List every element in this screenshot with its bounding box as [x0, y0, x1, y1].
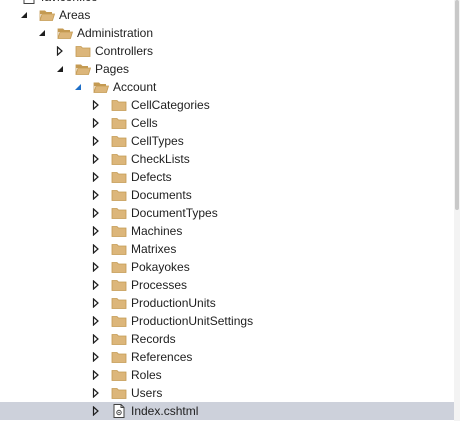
- expand-arrow-icon[interactable]: [92, 330, 102, 348]
- tree-item[interactable]: Account: [0, 78, 454, 96]
- tree-item[interactable]: Index.cshtml: [0, 402, 454, 420]
- folder-open-icon: [57, 25, 73, 41]
- tree-item[interactable]: References: [0, 348, 454, 366]
- tree-item-label: DocumentTypes: [131, 206, 218, 220]
- tree-item-label: ProductionUnits: [131, 296, 216, 310]
- tree-item-label: Defects: [131, 170, 172, 184]
- tree-item-label: Areas: [59, 8, 91, 22]
- folder-icon: [111, 331, 127, 347]
- expand-arrow-icon[interactable]: [92, 312, 102, 330]
- folder-icon: [111, 313, 127, 329]
- tree-item-label: CellTypes: [131, 134, 184, 148]
- tree-item[interactable]: Areas: [0, 6, 454, 24]
- tree-item[interactable]: ProductionUnitSettings: [0, 312, 454, 330]
- collapse-arrow-icon[interactable]: [20, 6, 30, 24]
- tree-item[interactable]: ProductionUnits: [0, 294, 454, 312]
- folder-icon: [111, 277, 127, 293]
- folder-icon: [111, 133, 127, 149]
- tree-item-label: Pages: [95, 62, 130, 76]
- tree-item[interactable]: CellCategories: [0, 96, 454, 114]
- tree-item-label: Account: [113, 80, 157, 94]
- folder-icon: [111, 115, 127, 131]
- tree-item[interactable]: Records: [0, 330, 454, 348]
- tree-item[interactable]: Administration: [0, 24, 454, 42]
- folder-icon: [111, 205, 127, 221]
- tree-item-label: Users: [131, 386, 163, 400]
- tree-item[interactable]: Matrixes: [0, 240, 454, 258]
- folder-icon: [111, 295, 127, 311]
- tree-item[interactable]: Machines: [0, 222, 454, 240]
- solution-explorer: favicon.icoAreasAdministrationController…: [0, 0, 460, 421]
- tree-item[interactable]: Documents: [0, 186, 454, 204]
- expand-arrow-icon[interactable]: [92, 204, 102, 222]
- tree-item[interactable]: Cells: [0, 114, 454, 132]
- tree-item-label: Cells: [131, 116, 158, 130]
- tree-item-label: Administration: [77, 26, 154, 40]
- collapse-arrow-icon[interactable]: [74, 78, 84, 96]
- expand-arrow-icon[interactable]: [92, 258, 102, 276]
- expand-arrow-icon[interactable]: [56, 42, 66, 60]
- folder-icon: [111, 349, 127, 365]
- tree-item-label: Pokayokes: [131, 260, 190, 274]
- folder-icon: [111, 385, 127, 401]
- tree-item-label: CellCategories: [131, 98, 210, 112]
- expand-arrow-icon[interactable]: [92, 366, 102, 384]
- vertical-scrollbar[interactable]: [454, 0, 460, 421]
- tree-item[interactable]: Roles: [0, 366, 454, 384]
- expand-arrow-icon[interactable]: [92, 168, 102, 186]
- file-tree: favicon.icoAreasAdministrationController…: [0, 0, 454, 420]
- expand-arrow-icon[interactable]: [92, 114, 102, 132]
- tree-item[interactable]: CellTypes: [0, 132, 454, 150]
- tree-item[interactable]: CheckLists: [0, 150, 454, 168]
- tree-item-label: References: [131, 350, 193, 364]
- folder-open-icon: [39, 7, 55, 23]
- tree-item[interactable]: Pages: [0, 60, 454, 78]
- tree-item[interactable]: Pokayokes: [0, 258, 454, 276]
- tree-item-label: Roles: [131, 368, 162, 382]
- expand-arrow-icon[interactable]: [92, 186, 102, 204]
- expand-arrow-icon[interactable]: [92, 222, 102, 240]
- collapse-arrow-icon[interactable]: [38, 24, 48, 42]
- expand-arrow-icon[interactable]: [92, 150, 102, 168]
- expand-arrow-icon[interactable]: [92, 240, 102, 258]
- folder-icon: [111, 223, 127, 239]
- collapse-arrow-icon[interactable]: [56, 60, 66, 78]
- expand-arrow-icon[interactable]: [92, 132, 102, 150]
- tree-item[interactable]: DocumentTypes: [0, 204, 454, 222]
- tree-item[interactable]: Users: [0, 384, 454, 402]
- tree-item-label: CheckLists: [131, 152, 190, 166]
- tree-item-label: ProductionUnitSettings: [131, 314, 254, 328]
- folder-icon: [111, 151, 127, 167]
- expand-arrow-icon[interactable]: [92, 384, 102, 402]
- tree-item-label: Index.cshtml: [131, 404, 199, 418]
- folder-icon: [75, 43, 91, 59]
- tree-item-label: Records: [131, 332, 176, 346]
- tree-item[interactable]: Controllers: [0, 42, 454, 60]
- tree-item-label: Processes: [131, 278, 188, 292]
- folder-icon: [111, 241, 127, 257]
- folder-icon: [111, 97, 127, 113]
- expand-arrow-icon[interactable]: [92, 96, 102, 114]
- folder-open-icon: [93, 79, 109, 95]
- folder-icon: [111, 259, 127, 275]
- folder-icon: [111, 169, 127, 185]
- file-icon: [21, 0, 37, 5]
- expand-arrow-icon[interactable]: [92, 294, 102, 312]
- razor-file-icon: [111, 403, 127, 419]
- expand-arrow-icon[interactable]: [92, 276, 102, 294]
- scrollbar-thumb[interactable]: [455, 0, 459, 210]
- tree-item[interactable]: Processes: [0, 276, 454, 294]
- tree-item-label: Machines: [131, 224, 183, 238]
- tree-item[interactable]: Defects: [0, 168, 454, 186]
- expand-arrow-icon[interactable]: [92, 402, 102, 420]
- folder-icon: [111, 367, 127, 383]
- expand-arrow-icon[interactable]: [92, 348, 102, 366]
- tree-item-label: Controllers: [95, 44, 154, 58]
- tree-item-label: Matrixes: [131, 242, 177, 256]
- tree-item-label: Documents: [131, 188, 192, 202]
- folder-icon: [111, 187, 127, 203]
- folder-open-icon: [75, 61, 91, 77]
